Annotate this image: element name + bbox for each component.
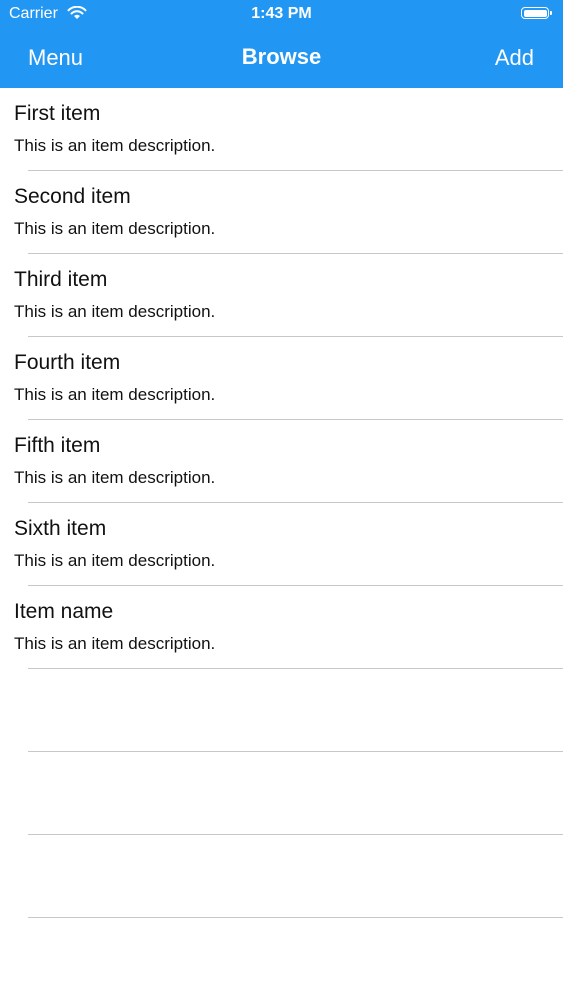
list-item[interactable]: Fourth item This is an item description.: [14, 337, 563, 420]
list-item[interactable]: Item name This is an item description.: [14, 586, 563, 669]
app-header: Carrier 1:43 PM Menu Browse Add: [0, 0, 563, 88]
item-title: Item name: [14, 600, 114, 623]
item-description: This is an item description.: [14, 634, 216, 653]
list-item[interactable]: Third item This is an item description.: [14, 254, 563, 337]
item-description: This is an item description.: [14, 136, 216, 155]
empty-list-row: [28, 835, 563, 918]
list-item[interactable]: Second item This is an item description.: [14, 171, 563, 254]
item-title: Sixth item: [14, 517, 107, 540]
item-title: First item: [14, 102, 101, 125]
list-item[interactable]: First item This is an item description.: [14, 88, 563, 171]
empty-list-row: [28, 752, 563, 835]
battery-icon: [521, 7, 555, 21]
items-list: First item This is an item description. …: [0, 88, 563, 918]
list-item[interactable]: Fifth item This is an item description.: [14, 420, 563, 503]
item-description: This is an item description.: [14, 551, 216, 570]
item-title: Fourth item: [14, 351, 121, 374]
item-title: Second item: [14, 185, 131, 208]
item-description: This is an item description.: [14, 219, 216, 238]
navigation-bar: Menu Browse Add: [0, 28, 563, 88]
item-description: This is an item description.: [14, 468, 216, 487]
status-bar: Carrier 1:43 PM: [0, 0, 563, 28]
empty-list-row: [28, 669, 563, 752]
add-button[interactable]: Add: [495, 45, 534, 71]
list-item[interactable]: Sixth item This is an item description.: [14, 503, 563, 586]
status-time: 1:43 PM: [251, 5, 312, 22]
item-title: Fifth item: [14, 434, 101, 457]
item-title: Third item: [14, 268, 108, 291]
page-title: Browse: [241, 44, 322, 69]
item-description: This is an item description.: [14, 302, 216, 321]
item-description: This is an item description.: [14, 385, 216, 404]
